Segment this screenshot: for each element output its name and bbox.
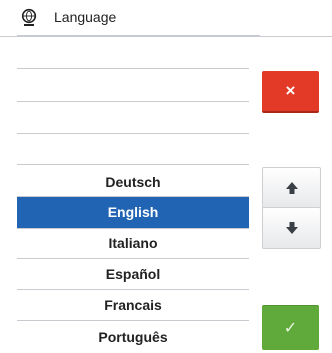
list-divider <box>17 101 249 102</box>
scroll-down-button[interactable] <box>262 207 321 249</box>
language-option-english[interactable]: English <box>17 197 249 228</box>
language-option-deutsch[interactable]: Deutsch <box>17 167 249 198</box>
close-icon: × <box>285 81 296 100</box>
scroll-up-button[interactable] <box>262 167 321 209</box>
close-button[interactable]: × <box>262 71 319 113</box>
arrow-down-icon <box>285 222 298 234</box>
arrow-up-icon <box>285 182 298 194</box>
page-title: Language <box>54 9 117 25</box>
language-option-espanol[interactable]: Español <box>17 259 249 290</box>
list-divider <box>17 164 249 165</box>
language-option-italiano[interactable]: Italiano <box>17 228 249 259</box>
language-option-francais[interactable]: Francais <box>17 290 249 321</box>
list-divider <box>17 133 249 134</box>
checkmark-icon: ✓ <box>283 320 298 337</box>
list-divider <box>17 320 249 321</box>
list-divider <box>17 68 249 69</box>
confirm-button[interactable]: ✓ <box>262 305 319 350</box>
header-divider <box>17 35 260 36</box>
header-bar: Language <box>0 0 332 37</box>
language-option-portugues[interactable]: Português <box>17 322 249 353</box>
language-icon <box>21 8 37 26</box>
